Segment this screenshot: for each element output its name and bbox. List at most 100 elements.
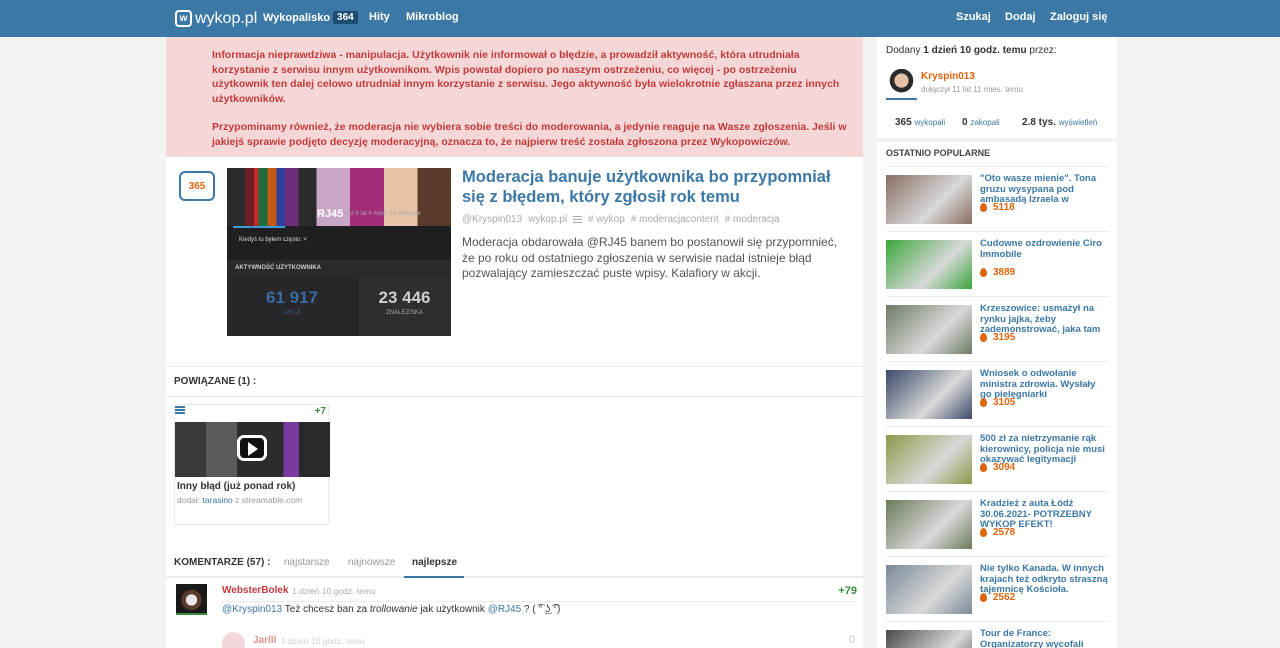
article-tag[interactable]: # moderacjacontent bbox=[631, 214, 719, 225]
popular-title[interactable]: Nie tylko Kanada. W innych krajach też o… bbox=[980, 563, 1108, 596]
flame-icon bbox=[980, 593, 987, 602]
popular-item[interactable]: 500 zł za nietrzymanie rąk kierownicy, p… bbox=[886, 426, 1109, 484]
article-domain[interactable]: wykop.pl bbox=[528, 214, 567, 225]
logo-text: wykop.pl bbox=[195, 9, 258, 27]
popular-thumbnail[interactable] bbox=[886, 240, 972, 289]
flame-icon bbox=[980, 268, 987, 277]
nav-hity[interactable]: Hity bbox=[369, 11, 390, 23]
popular-title[interactable]: Krzeszowice: usmażył na rynku jajka, żeb… bbox=[980, 303, 1108, 336]
popular-thumbnail[interactable] bbox=[886, 565, 972, 614]
avatar[interactable] bbox=[222, 632, 245, 648]
stat-dug-label: wykopali bbox=[914, 118, 946, 127]
comment-votes[interactable]: +79 bbox=[838, 585, 857, 597]
popular-item[interactable]: Wniosek o odwołanie ministra zdrowia. Wy… bbox=[886, 361, 1109, 419]
popular-title[interactable]: 500 zł za nietrzymanie rąk kierownicy, p… bbox=[980, 433, 1108, 466]
tab-best[interactable]: najlepsze bbox=[412, 557, 457, 568]
popular-score-value: 3195 bbox=[993, 332, 1016, 343]
sidebar-divider bbox=[877, 138, 1117, 142]
site-logo[interactable]: w wykop.pl bbox=[175, 9, 257, 28]
comment-text-emphasis: trollowanie bbox=[369, 604, 418, 615]
popular-score-value: 5118 bbox=[993, 202, 1015, 213]
comment: Jarlll 1 dzień 10 godz. temu 0 bbox=[166, 628, 863, 648]
popular-title[interactable]: "Oto wasze mienie". Tona gruzu wysypana … bbox=[980, 173, 1108, 206]
popular-thumbnail[interactable] bbox=[886, 630, 972, 648]
article-thumbnail[interactable]: RJ45 od 6 lat 4 mies. na Wykopie Kiedyś … bbox=[227, 168, 451, 336]
flame-icon bbox=[980, 398, 987, 407]
nav-add[interactable]: Dodaj bbox=[1005, 11, 1036, 23]
popular-score: 2562 bbox=[980, 592, 1015, 603]
popular-title[interactable]: Kradzież z auta Łódź 30.06.2021- POTRZEB… bbox=[980, 498, 1108, 531]
popular-title[interactable]: Cudowne ozdrowienie Ciro Immobile bbox=[980, 238, 1108, 260]
comments-header: KOMENTARZE (57) : najstarsze najnowsze n… bbox=[166, 547, 863, 578]
popular-heading: OSTATNIO POPULARNE bbox=[886, 148, 991, 158]
flame-icon bbox=[980, 463, 987, 472]
popular-thumbnail[interactable] bbox=[886, 175, 972, 224]
tags-list-icon bbox=[573, 216, 583, 223]
flame-icon bbox=[980, 528, 987, 537]
thumbnail-stat-finds-label: ZNALEZISKA bbox=[386, 310, 423, 316]
stat-dug-value: 365 bbox=[895, 117, 912, 128]
article-tag[interactable]: # moderacja bbox=[725, 214, 780, 225]
avatar[interactable] bbox=[886, 69, 917, 100]
nav-wykopalisko[interactable]: Wykopalisko 364 bbox=[263, 11, 358, 24]
popular-thumbnail[interactable] bbox=[886, 500, 972, 549]
popular-title[interactable]: Wniosek o odwołanie ministra zdrowia. Wy… bbox=[980, 368, 1108, 401]
popular-thumbnail[interactable] bbox=[886, 305, 972, 354]
thumbnail-stat-finds: 23 446 ZNALEZISKA bbox=[358, 276, 451, 336]
menu-icon[interactable] bbox=[175, 406, 185, 414]
stat-views-label: wyświetleń bbox=[1058, 118, 1098, 127]
comment-votes[interactable]: 0 bbox=[849, 634, 855, 646]
play-icon[interactable] bbox=[237, 435, 267, 461]
nav-wykopalisko-badge: 364 bbox=[333, 11, 358, 24]
popular-title[interactable]: Tour de France: Organizatorzy wycofali bbox=[980, 628, 1108, 648]
thumbnail-stat-actions: 61 917 AKCJI bbox=[227, 276, 357, 336]
nav-mikroblog[interactable]: Mikroblog bbox=[406, 11, 459, 23]
vote-button[interactable]: 365 bbox=[179, 171, 215, 201]
wykop-logo-icon: w bbox=[175, 10, 192, 27]
comment-author[interactable]: WebsterBolek bbox=[222, 585, 289, 596]
moderation-notice: Informacja nieprawdziwa - manipulacja. U… bbox=[166, 37, 863, 157]
popular-thumbnail[interactable] bbox=[886, 435, 972, 484]
related-card[interactable]: +7 Inny błąd (już ponad rok) dodał: tara… bbox=[174, 404, 330, 525]
popular-thumbnail[interactable] bbox=[886, 370, 972, 419]
popular-item[interactable]: Kradzież z auta Łódź 30.06.2021- POTRZEB… bbox=[886, 491, 1109, 549]
related-heading: POWIĄZANE (1) : bbox=[166, 366, 863, 397]
comment-time: 1 dzień 10 godz. temu bbox=[281, 636, 365, 646]
related-user[interactable]: tarasino bbox=[203, 495, 233, 505]
article: 365 RJ45 od 6 lat 4 mies. na Wykopie Kie… bbox=[166, 157, 863, 367]
author-name[interactable]: Kryspin013 bbox=[921, 71, 975, 82]
nav-search[interactable]: Szukaj bbox=[956, 11, 991, 23]
related-thumbnail[interactable] bbox=[175, 422, 330, 477]
mention-link[interactable]: @RJ45 bbox=[488, 604, 522, 615]
stat-buried-label: zakopali bbox=[970, 118, 1000, 127]
article-title[interactable]: Moderacja banuje użytkownika bo przypomn… bbox=[462, 167, 842, 207]
popular-item[interactable]: Tour de France: Organizatorzy wycofali bbox=[886, 621, 1109, 648]
related-meta: dodał: tarasino z streamable.com bbox=[177, 495, 302, 505]
related-title[interactable]: Inny błąd (już ponad rok) bbox=[177, 481, 295, 492]
stat-buried-value: 0 bbox=[962, 117, 968, 128]
popular-item[interactable]: "Oto wasze mienie". Tona gruzu wysypana … bbox=[886, 166, 1109, 224]
comment-text-part: Też chcesz ban za bbox=[282, 604, 370, 615]
tab-newest[interactable]: najnowsze bbox=[348, 557, 395, 568]
thumbnail-stat-finds-value: 23 446 bbox=[378, 288, 431, 307]
nav-login[interactable]: Zaloguj się bbox=[1050, 11, 1107, 23]
flame-icon bbox=[980, 203, 987, 212]
article-tag[interactable]: # wykop bbox=[588, 214, 625, 225]
comments-heading: KOMENTARZE (57) : bbox=[174, 557, 271, 568]
comment-text-part: ? ( ͡° ͜ʖ ͡°) bbox=[521, 604, 561, 615]
mention-link[interactable]: @Kryspin013 bbox=[222, 604, 282, 615]
article-author[interactable]: @Kryspin013 bbox=[462, 214, 522, 225]
popular-item[interactable]: Cudowne ozdrowienie Ciro Immobile 3889 bbox=[886, 231, 1109, 289]
related-added-label: dodał: bbox=[177, 495, 201, 505]
comment-author[interactable]: Jarlll bbox=[253, 635, 276, 646]
thumbnail-status: Kiedyś tu byłem często :< bbox=[239, 237, 308, 243]
tab-oldest[interactable]: najstarsze bbox=[284, 557, 330, 568]
popular-score-value: 3094 bbox=[993, 462, 1016, 473]
popular-item[interactable]: Krzeszowice: usmażył na rynku jajka, żeb… bbox=[886, 296, 1109, 354]
avatar[interactable] bbox=[176, 584, 207, 615]
comment: WebsterBolek 1 dzień 10 godz. temu +79 @… bbox=[166, 580, 863, 622]
nav-wykopalisko-label: Wykopalisko bbox=[263, 11, 331, 24]
popular-score: 3094 bbox=[980, 462, 1015, 473]
thumbnail-activity-label: AKTYWNOŚĆ UŻYTKOWNIKA bbox=[227, 260, 451, 276]
popular-item[interactable]: Nie tylko Kanada. W innych krajach też o… bbox=[886, 556, 1109, 614]
